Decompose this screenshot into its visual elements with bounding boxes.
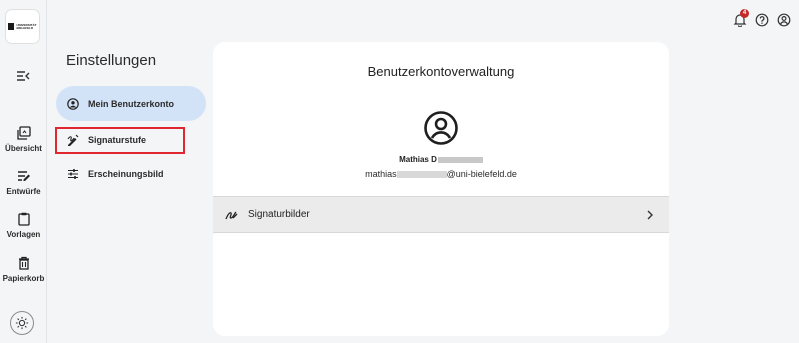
logo-block [8,23,15,30]
rail-item-label: Entwürfe [6,187,41,196]
logo-mark: UNIVERSITÄT BIELEFELD [8,22,37,30]
settings-item-label: Mein Benutzerkonto [88,98,175,109]
notifications-button[interactable]: 4 [733,9,749,28]
signature-icon [225,211,238,220]
chevron-right-icon [647,210,653,220]
signaturbilder-row[interactable]: Signaturbilder [213,196,669,233]
theme-toggle-button[interactable] [10,311,34,335]
email-suffix: @uni-bielefeld.de [446,169,517,179]
trash-icon [18,256,29,270]
rail-item-papierkorb[interactable]: Papierkorb [0,256,47,283]
settings-title: Einstellungen [66,52,157,69]
settings-item-erscheinungsbild[interactable]: Erscheinungsbild [56,156,206,191]
notification-count-badge: 4 [740,9,749,18]
redacted-block [437,156,483,163]
rail-item-vorlagen[interactable]: Vorlagen [0,212,47,239]
settings-item-mein-benutzerkonto[interactable]: Mein Benutzerkonto [56,86,206,121]
brightness-icon [15,316,29,330]
user-name: Mathias D [213,155,669,164]
email-prefix: mathias [365,169,397,179]
rail-item-uebersicht[interactable]: Übersicht [0,126,47,153]
header-actions: 4 [733,9,791,28]
redacted-block [396,171,447,179]
library-icon [16,126,31,140]
user-email: mathias @uni-bielefeld.de [213,169,669,179]
account-icon [777,13,791,27]
account-management-card: Benutzerkontoverwaltung Mathias D mathia… [213,42,669,336]
clipboard-icon [17,212,30,226]
highlight-box [55,127,185,154]
help-icon [755,13,769,27]
user-avatar-icon [424,111,458,145]
account-button[interactable] [777,13,791,27]
tune-icon [68,168,78,179]
page-title: Benutzerkontoverwaltung [367,64,515,79]
user-name-text: Mathias D [399,155,437,164]
draft-edit-icon [17,171,30,181]
rail-item-label: Übersicht [5,144,42,153]
account-circle-icon [67,97,79,110]
row-label: Signaturbilder [248,209,310,220]
logo-text: UNIVERSITÄT BIELEFELD [16,22,37,30]
rail-item-label: Vorlagen [6,230,41,239]
rail-item-label: Papierkorb [2,274,45,283]
university-logo[interactable]: UNIVERSITÄT BIELEFELD [6,10,39,43]
navigation-rail: UNIVERSITÄT BIELEFELD Übersicht Entwürfe … [0,0,47,343]
settings-item-label: Erscheinungsbild [88,168,164,179]
help-button[interactable] [755,13,769,27]
menu-collapse-icon[interactable] [15,68,31,84]
rail-item-entwuerfe[interactable]: Entwürfe [0,169,47,196]
